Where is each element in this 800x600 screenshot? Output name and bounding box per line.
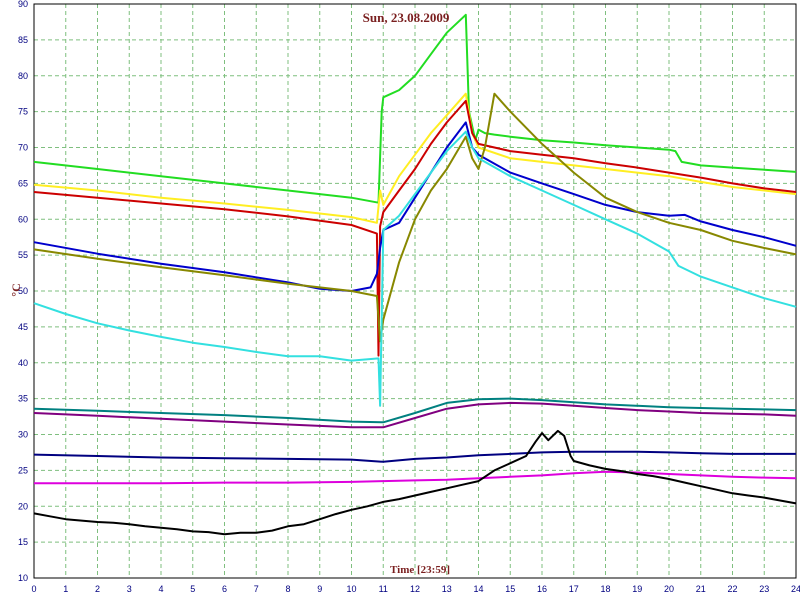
y-tick-label: 40 [18,358,28,368]
chart-title: Sun, 23.08.2009 [363,10,450,25]
x-tick-label: 20 [664,584,674,594]
x-tick-label: 4 [158,584,163,594]
y-tick-label: 75 [18,107,28,117]
y-tick-label: 70 [18,143,28,153]
x-tick-label: 23 [759,584,769,594]
x-tick-label: 0 [31,584,36,594]
x-tick-label: 6 [222,584,227,594]
x-tick-label: 1 [63,584,68,594]
x-tick-label: 2 [95,584,100,594]
y-tick-label: 20 [18,501,28,511]
x-tick-label: 7 [254,584,259,594]
y-tick-label: 45 [18,322,28,332]
line-chart: 0 1 2 3 4 5 6 7 8 9 10 11 12 13 14 15 16 17 18 19 20 21 22 23 24… [9,0,800,594]
x-tick-label: 21 [696,584,706,594]
y-tick-label: 90 [18,0,28,9]
y-tick-label: 30 [18,430,28,440]
y-tick-label: 65 [18,178,28,188]
y-axis-label: °C [9,283,23,296]
x-tick-label: 8 [285,584,290,594]
x-tick-label: 15 [505,584,515,594]
x-tick-label: 13 [442,584,452,594]
x-tick-label: 11 [379,584,388,594]
x-tick-label: 18 [600,584,610,594]
x-tick-label: 3 [127,584,132,594]
y-tick-label: 35 [18,394,28,404]
series-layer [33,13,797,536]
y-tick-label: 15 [18,537,28,547]
x-axis-label: Time [23:59] [390,564,450,576]
y-tick-label: 55 [18,250,28,260]
y-tick-label: 85 [18,35,28,45]
x-tick-label: 19 [632,584,642,594]
x-tick-label: 14 [473,584,483,594]
y-tick-label: 10 [18,573,28,583]
y-tick-label: 80 [18,71,28,81]
x-tick-label: 10 [346,584,356,594]
y-tick-label: 60 [18,214,28,224]
x-tick-label: 17 [569,584,579,594]
x-tick-label: 16 [537,584,547,594]
x-tick-label: 5 [190,584,195,594]
x-tick-label: 9 [317,584,322,594]
tick-labels: 0 1 2 3 4 5 6 7 8 9 10 11 12 13 14 15 16 17 18 19 20 21 22 23 24… [18,0,800,594]
x-tick-label: 12 [410,584,420,594]
x-tick-label: 24 [791,584,800,594]
x-tick-label: 22 [727,584,737,594]
y-tick-label: 25 [18,465,28,475]
grid [33,3,797,579]
